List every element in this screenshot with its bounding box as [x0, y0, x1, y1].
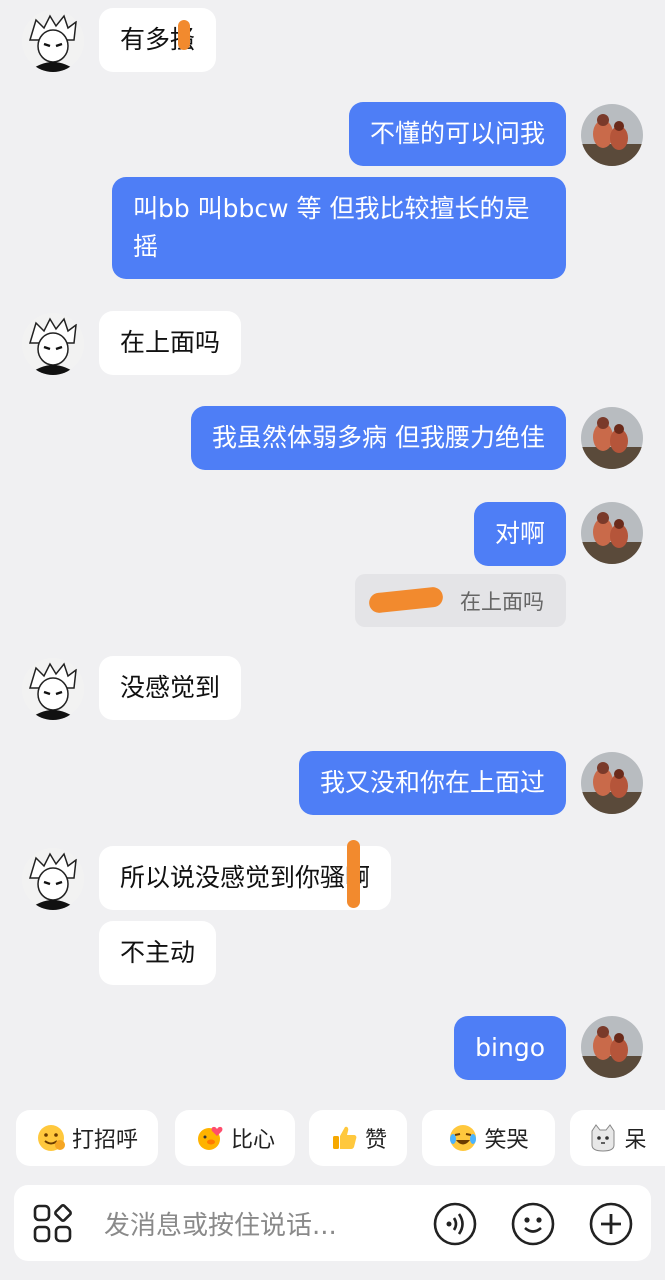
quick-reply-label: 打招呼 [71, 1128, 138, 1153]
message-text: 我又没和你在上面过 [319, 768, 545, 797]
quick-reply-label: 笑哭 [484, 1128, 529, 1153]
quick-reply-like[interactable]: 赞 [309, 1110, 407, 1166]
message-bubble-outgoing[interactable]: 我虽然体弱多病 但我腰力绝佳 [191, 406, 566, 470]
quoted-reply[interactable]: 在上面吗 [355, 574, 566, 627]
message-text: bingo [475, 1033, 545, 1062]
message-bubble-incoming[interactable]: 没感觉到 [99, 656, 242, 720]
contact-avatar[interactable] [22, 10, 84, 72]
thumbs-up-icon [332, 1126, 357, 1149]
self-avatar[interactable] [581, 1016, 643, 1078]
quick-reply-greet[interactable]: 打招呼 [16, 1110, 158, 1166]
quick-reply-laugh-cry[interactable]: 笑哭 [422, 1110, 555, 1166]
self-avatar[interactable] [581, 502, 643, 564]
message-bubble-outgoing[interactable]: 叫bb 叫bbcw 等 但我比较擅长的是 摇 [112, 177, 566, 279]
cat-face-icon [591, 1124, 615, 1152]
redaction-mark [347, 840, 360, 908]
message-bubble-outgoing[interactable]: 不懂的可以问我 [348, 102, 566, 166]
redaction-mark [178, 20, 190, 50]
message-text: 对啊 [494, 519, 545, 548]
message-text: 所以说没感觉到你骚啊 [120, 863, 371, 892]
message-input[interactable]: 发消息或按住说话... [104, 1205, 337, 1242]
message-bubble-incoming[interactable]: 有多搔 [99, 8, 217, 72]
message-bubble-incoming[interactable]: 不主动 [99, 921, 217, 985]
quick-reply-heart[interactable]: 比心 [175, 1110, 295, 1166]
self-avatar[interactable] [581, 104, 643, 166]
message-bubble-outgoing[interactable]: bingo [454, 1016, 566, 1080]
message-input-bar: 发消息或按住说话... [14, 1185, 651, 1261]
quoted-text: 在上面吗 [460, 590, 544, 614]
quick-reply-bar: 打招呼 比心 赞 笑哭 呆 [0, 1110, 665, 1166]
redaction-mark [368, 586, 444, 614]
message-text: 不懂的可以问我 [369, 119, 545, 148]
message-text: 不主动 [120, 938, 196, 967]
plus-icon[interactable] [588, 1201, 634, 1247]
message-text: 我虽然体弱多病 但我腰力绝佳 [212, 423, 545, 452]
chat-thread[interactable]: 有多搔 不懂的可以问我 叫bb 叫bbcw 等 但我比较擅长的是 摇 在上面吗 … [0, 0, 665, 1100]
quick-reply-blank[interactable]: 呆 [570, 1110, 665, 1166]
message-bubble-outgoing[interactable]: 我又没和你在上面过 [298, 751, 566, 815]
message-text: 叫bb 叫bbcw 等 但我比较擅长的是 摇 [133, 194, 530, 261]
self-avatar[interactable] [581, 407, 643, 469]
message-text: 没感觉到 [120, 673, 221, 702]
heart-duck-icon [197, 1126, 223, 1150]
laugh-cry-icon [450, 1125, 477, 1151]
contact-avatar[interactable] [22, 658, 84, 720]
quick-reply-label: 赞 [364, 1128, 387, 1153]
contact-avatar[interactable] [22, 848, 84, 910]
self-avatar[interactable] [581, 752, 643, 814]
message-text: 在上面吗 [120, 328, 221, 357]
apps-grid-icon[interactable] [30, 1201, 76, 1247]
contact-avatar[interactable] [22, 313, 84, 375]
message-bubble-outgoing[interactable]: 对啊 [473, 502, 566, 566]
smile-wave-icon [37, 1125, 65, 1151]
message-bubble-incoming[interactable]: 在上面吗 [99, 311, 242, 375]
voice-icon[interactable] [432, 1201, 478, 1247]
quick-reply-label: 呆 [624, 1128, 647, 1153]
quick-reply-label: 比心 [230, 1128, 275, 1153]
emoji-icon[interactable] [510, 1201, 556, 1247]
